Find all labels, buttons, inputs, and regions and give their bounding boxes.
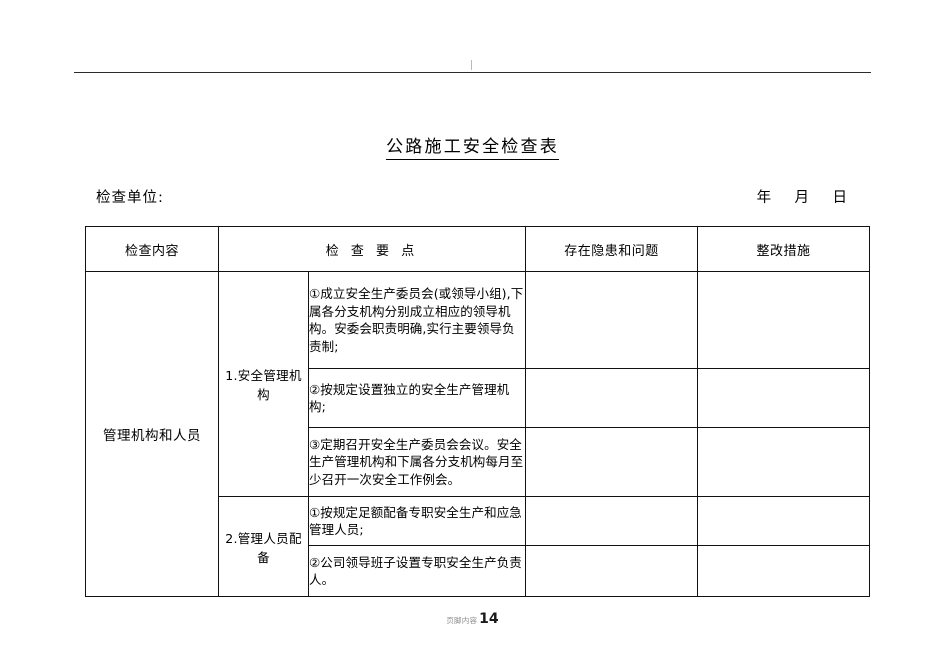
header-cursor-mark [471,60,472,70]
checkpoint-text-1-2: ②按规定设置独立的安全生产管理机构; [308,368,526,428]
issues-cell-2-1[interactable] [525,496,698,546]
column-header-points: 检 查 要 点 [218,226,526,272]
footer-watermark: 页脚内容 [446,616,478,625]
page-title-text: 公路施工安全检查表 [386,137,559,160]
item-label-management-personnel: 2.管理人员配备 [218,496,309,597]
issues-cell-1-1[interactable] [525,271,698,369]
safety-checklist-table: 检查内容 检 查 要 点 存在隐患和问题 整改措施 管理机构和人员 1.安全管理… [85,226,870,597]
document-page: 公路施工安全检查表 检查单位: 年 月 日 检查内容 检 查 要 点 存在隐患和… [0,0,945,669]
item-label-safety-management-org: 1.安全管理机构 [218,271,309,497]
checkpoint-text-1-1: ①成立安全生产委员会(或领导小组),下属各分支机构分别成立相应的领导机构。安委会… [308,271,526,369]
inspection-date-label: 年 月 日 [756,190,848,206]
checkpoint-text-1-3: ③定期召开安全生产委员会会议。安全生产管理机构和下属各分支机构每月至少召开一次安… [308,427,526,497]
page-footer: 页脚内容 14 [0,608,945,627]
column-header-issues: 存在隐患和问题 [525,226,698,272]
meta-row: 检查单位: 年 月 日 [96,187,848,209]
measures-cell-1-3[interactable] [697,427,870,497]
measures-cell-2-1[interactable] [697,496,870,546]
page-title: 公路施工安全检查表 [0,136,945,160]
measures-cell-1-1[interactable] [697,271,870,369]
footer-page-number: 14 [479,611,499,627]
group-label-management-org-personnel: 管理机构和人员 [85,271,219,597]
inspection-unit-label: 检查单位: [96,190,164,206]
issues-cell-1-2[interactable] [525,368,698,428]
issues-cell-1-3[interactable] [525,427,698,497]
measures-cell-1-2[interactable] [697,368,870,428]
header-rule [74,72,871,73]
measures-cell-2-2[interactable] [697,545,870,597]
column-header-measures: 整改措施 [697,226,870,272]
table-row: 管理机构和人员 1.安全管理机构 ①成立安全生产委员会(或领导小组),下属各分支… [85,271,870,597]
checkpoint-text-2-2: ②公司领导班子设置专职安全生产负责人。 [308,545,526,597]
checkpoint-text-2-1: ①按规定足额配备专职安全生产和应急管理人员; [308,496,526,546]
issues-cell-2-2[interactable] [525,545,698,597]
column-header-content: 检查内容 [85,226,219,272]
table-header-row: 检查内容 检 查 要 点 存在隐患和问题 整改措施 [85,226,870,272]
